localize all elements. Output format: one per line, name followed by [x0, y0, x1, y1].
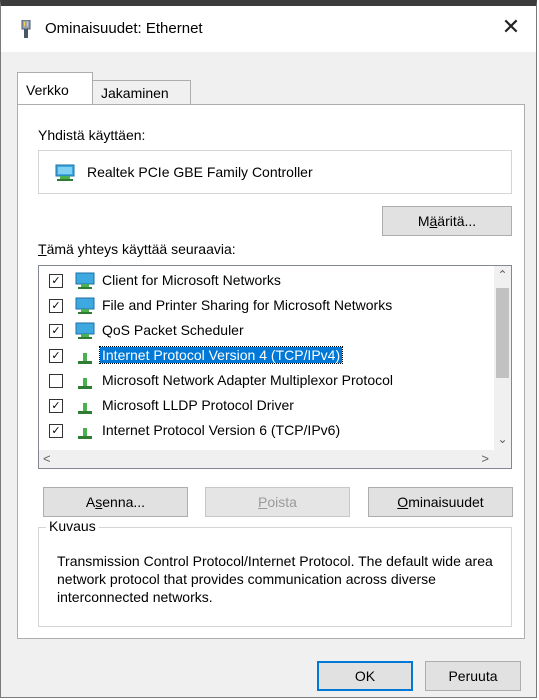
horizontal-scrollbar[interactable]: < >: [39, 450, 511, 468]
checkbox-client[interactable]: ✓: [49, 274, 63, 288]
list-item-file-sharing[interactable]: ✓ File and Printer Sharing for Microsoft…: [39, 294, 479, 318]
items-label-rest: ämä yhteys käyttää seuraavia:: [46, 241, 236, 257]
checkbox-multiplexor[interactable]: [49, 374, 63, 388]
properties-label-accel: O: [397, 494, 409, 510]
checkbox-qos[interactable]: ✓: [49, 324, 63, 338]
protocol-icon: [78, 428, 92, 439]
protocol-icon: [78, 353, 92, 364]
network-adapter-icon: [55, 164, 75, 181]
adapter-name: Realtek PCIe GBE Family Controller: [87, 164, 313, 180]
install-label-start: A: [85, 494, 96, 510]
ok-button[interactable]: OK: [317, 661, 413, 691]
uninstall-label-accel: P: [258, 494, 268, 510]
item-label-client: Client for Microsoft Networks: [102, 272, 281, 288]
close-button[interactable]: ✕: [496, 12, 526, 42]
configure-label-start: M: [417, 213, 430, 229]
description-group: Kuvaus Transmission Control Protocol/Int…: [38, 518, 512, 627]
network-service-icon: [75, 297, 95, 314]
item-label-ipv4: Internet Protocol Version 4 (TCP/IPv4): [98, 346, 344, 364]
scroll-left-icon[interactable]: <: [43, 451, 51, 466]
item-label-multiplexor: Microsoft Network Adapter Multiplexor Pr…: [102, 372, 393, 388]
window-title: Ominaisuudet: Ethernet: [45, 20, 203, 37]
scroll-down-icon[interactable]: ⌄: [494, 432, 511, 449]
checkbox-lldp[interactable]: ✓: [49, 399, 63, 413]
checkbox-ipv4[interactable]: ✓: [49, 349, 63, 363]
list-item-ipv6[interactable]: ✓ Internet Protocol Version 6 (TCP/IPv6): [39, 419, 479, 443]
items-label-accel: T: [38, 241, 47, 257]
protocol-icon: [78, 403, 92, 414]
checkbox-file-sharing[interactable]: ✓: [49, 299, 63, 313]
tab-verkko[interactable]: Verkko: [17, 72, 93, 104]
properties-label-end: minaisuudet: [408, 494, 484, 510]
protocol-icon: [78, 378, 92, 389]
configure-button[interactable]: Määritä...: [382, 206, 512, 236]
checkbox-ipv6[interactable]: ✓: [49, 424, 63, 438]
description-title: Kuvaus: [46, 518, 99, 534]
list-item-ipv4[interactable]: ✓ Internet Protocol Version 4 (TCP/IPv4): [39, 344, 479, 368]
ethernet-icon: [21, 20, 31, 38]
list-item-multiplexor[interactable]: Microsoft Network Adapter Multiplexor Pr…: [39, 369, 479, 393]
title-bar[interactable]: Ominaisuudet: Ethernet ✕: [1, 6, 536, 52]
properties-dialog: Ominaisuudet: Ethernet ✕ Verkko Jakamine…: [0, 0, 537, 698]
item-label-qos: QoS Packet Scheduler: [102, 322, 244, 338]
item-label-lldp: Microsoft LLDP Protocol Driver: [102, 397, 294, 413]
scroll-right-icon[interactable]: >: [481, 451, 489, 466]
item-label-file-sharing: File and Printer Sharing for Microsoft N…: [102, 297, 393, 313]
network-client-icon: [75, 272, 95, 289]
item-label-ipv6: Internet Protocol Version 6 (TCP/IPv6): [102, 422, 341, 438]
tab-jakaminen[interactable]: Jakaminen: [92, 80, 191, 104]
uninstall-label-end: oista: [267, 494, 297, 510]
list-item-lldp[interactable]: ✓ Microsoft LLDP Protocol Driver: [39, 394, 479, 418]
scroll-up-icon[interactable]: ⌃: [494, 268, 511, 285]
configure-label-end: äritä...: [437, 213, 477, 229]
properties-button[interactable]: Ominaisuudet: [368, 487, 513, 517]
tab-panel: Yhdistä käyttäen: Realtek PCIe GBE Famil…: [17, 104, 525, 639]
list-item-client[interactable]: ✓ Client for Microsoft Networks: [39, 269, 479, 293]
description-text: Transmission Control Protocol/Internet P…: [57, 553, 493, 605]
connect-using-label: Yhdistä käyttäen:: [38, 127, 146, 143]
uninstall-button: Poista: [205, 487, 350, 517]
install-button[interactable]: Asenna...: [43, 487, 188, 517]
items-label: Tämä yhteys käyttää seuraavia:: [38, 241, 236, 257]
vertical-scrollbar[interactable]: ⌃ ⌄: [494, 266, 511, 451]
adapter-box: Realtek PCIe GBE Family Controller: [38, 150, 512, 194]
network-service-icon: [75, 322, 95, 339]
list-item-qos[interactable]: ✓ QoS Packet Scheduler: [39, 319, 479, 343]
cancel-button[interactable]: Peruuta: [425, 661, 521, 691]
components-list[interactable]: ✓ Client for Microsoft Networks ✓ File a…: [38, 265, 512, 469]
install-label-end: enna...: [102, 494, 146, 510]
scroll-thumb[interactable]: [496, 288, 509, 378]
